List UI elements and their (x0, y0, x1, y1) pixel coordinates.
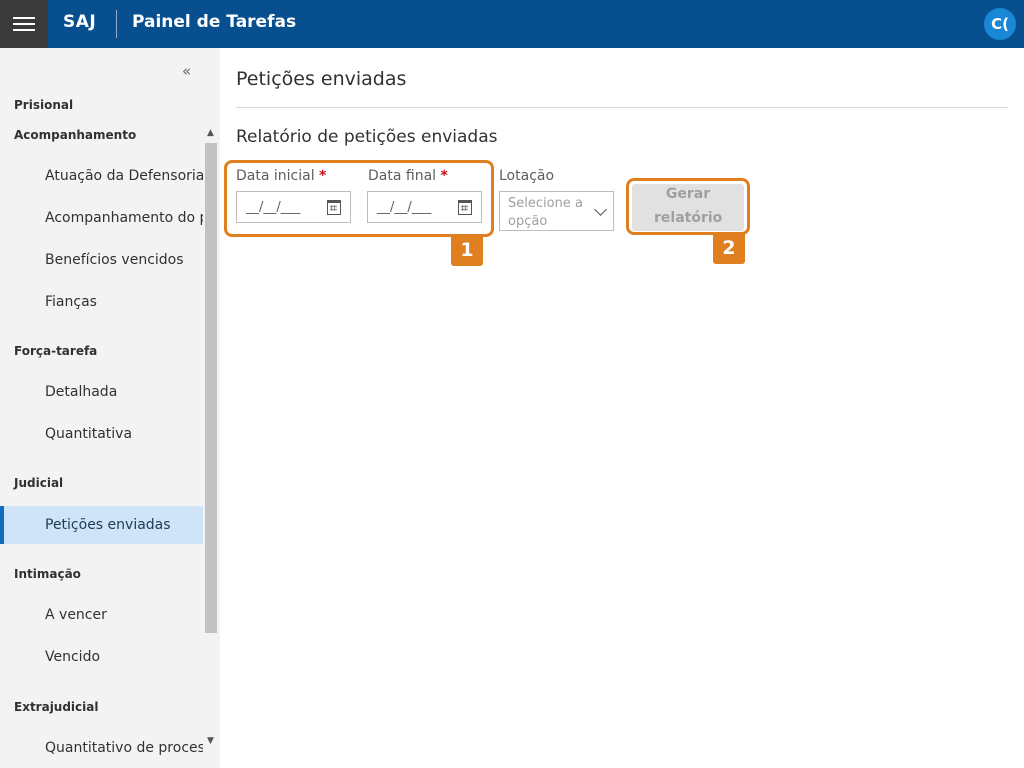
sidebar-item-vencido[interactable]: Vencido (0, 638, 203, 676)
section-title: Relatório de petições enviadas (236, 127, 498, 147)
hamburger-menu-icon[interactable] (0, 0, 48, 48)
section-intimacao: Intimação (14, 567, 81, 581)
lotacao-select[interactable]: Selecione a opção (499, 191, 614, 231)
scroll-down-icon[interactable]: ▼ (207, 736, 214, 746)
sidebar-item-atuacao[interactable]: Atuação da Defensoria (0, 157, 203, 195)
section-extrajudicial: Extrajudicial (14, 700, 99, 714)
generate-report-label: Gerar relatório (654, 186, 723, 226)
sidebar-item-a-vencer[interactable]: A vencer (0, 596, 203, 634)
step-badge-1: 1 (451, 234, 483, 266)
sidebar-item-quantitativo-processo[interactable]: Quantitativo de processo (0, 729, 203, 767)
collapse-sidebar-icon[interactable]: « (182, 62, 191, 80)
section-acompanhamento: Acompanhamento (14, 128, 137, 142)
data-inicial-label: Data inicial * (236, 168, 326, 184)
data-final-placeholder: __/__/___ (377, 199, 432, 215)
generate-report-button[interactable]: Gerar relatório (632, 184, 744, 231)
data-final-label: Data final * (368, 168, 448, 184)
section-judicial: Judicial (14, 476, 64, 490)
required-mark: * (319, 168, 327, 184)
top-bar: SAJ Painel de Tarefas C( (0, 0, 1024, 48)
sidebar-scroll-thumb[interactable] (205, 143, 217, 633)
sidebar-item-quantitativa[interactable]: Quantitativa (0, 415, 203, 453)
data-final-label-text: Data final (368, 168, 437, 184)
data-inicial-input[interactable]: __/__/___ (236, 191, 351, 223)
lotacao-placeholder: Selecione a opção (508, 196, 583, 229)
sidebar: « Prisional Acompanhamento Atuação da De… (0, 48, 220, 768)
calendar-icon[interactable] (327, 200, 341, 215)
step-badge-2: 2 (713, 232, 745, 264)
data-inicial-label-text: Data inicial (236, 168, 315, 184)
section-forca-tarefa: Força-tarefa (14, 344, 98, 358)
title-divider (236, 107, 1008, 108)
required-mark: * (440, 168, 448, 184)
sidebar-item-peticoes-enviadas[interactable]: Petições enviadas (0, 506, 203, 544)
header-divider (116, 10, 117, 38)
chevron-down-icon (594, 203, 607, 216)
sidebar-item-detalhada[interactable]: Detalhada (0, 373, 203, 411)
data-final-input[interactable]: __/__/___ (367, 191, 482, 223)
sidebar-item-fiancas[interactable]: Fianças (0, 283, 203, 321)
brand-logo[interactable]: SAJ (63, 12, 96, 32)
sidebar-item-beneficios[interactable]: Benefícios vencidos (0, 241, 203, 279)
scroll-up-icon[interactable]: ▲ (207, 128, 214, 138)
data-inicial-placeholder: __/__/___ (246, 199, 301, 215)
calendar-icon[interactable] (458, 200, 472, 215)
section-prisional: Prisional (14, 98, 74, 112)
lotacao-label: Lotação (499, 168, 555, 184)
app-title: Painel de Tarefas (132, 12, 297, 32)
user-avatar[interactable]: C( (984, 8, 1016, 40)
page-title: Petições enviadas (236, 68, 407, 90)
sidebar-item-acompanhamento-pre[interactable]: Acompanhamento do pre (0, 199, 203, 237)
